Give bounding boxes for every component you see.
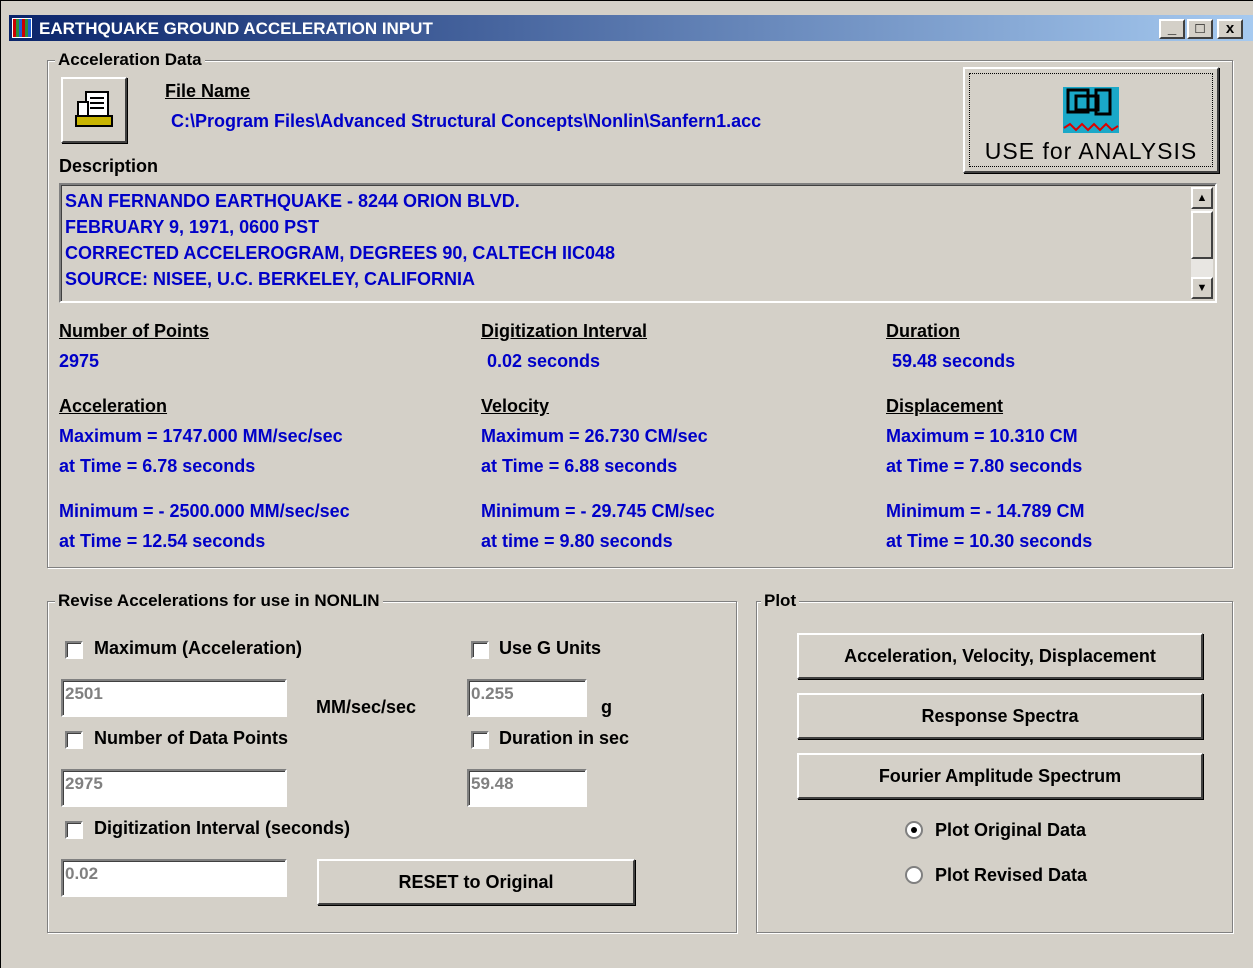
use-for-analysis-label: USE for ANALYSIS (984, 138, 1198, 164)
response-spectra-button[interactable]: Response Spectra (797, 693, 1203, 739)
description-line: FEBRUARY 9, 1971, 0600 PST (65, 217, 320, 237)
open-file-button[interactable] (61, 77, 127, 143)
num-points-label: Number of Points (59, 321, 210, 341)
duration-input[interactable]: 59.48 (467, 769, 587, 807)
file-name-label: File Name (165, 81, 251, 101)
displacement-label: Displacement (886, 396, 1004, 416)
plot-group-label: Plot (761, 591, 800, 611)
max-accel-label: Maximum (Acceleration) (94, 638, 303, 658)
g-label: g (601, 697, 612, 717)
num-points-revise-label: Number of Data Points (94, 728, 289, 748)
dig-interval-checkbox[interactable] (65, 821, 83, 839)
duration-revise-label: Duration in sec (499, 728, 630, 748)
displacement-min-time: at Time = 10.30 seconds (886, 531, 1093, 551)
dig-interval-label: Digitization Interval (481, 321, 648, 341)
analysis-icon (1063, 87, 1119, 133)
scroll-thumb[interactable] (1191, 211, 1213, 259)
description-scrollbar[interactable]: ▲ ▼ (1191, 187, 1213, 299)
description-box[interactable]: SAN FERNANDO EARTHQUAKE - 8244 ORION BLV… (59, 183, 1217, 303)
open-file-icon (75, 91, 113, 127)
avd-plot-button[interactable]: Acceleration, Velocity, Displacement (797, 633, 1203, 679)
velocity-max: Maximum = 26.730 CM/sec (481, 426, 708, 446)
num-points-checkbox[interactable] (65, 731, 83, 749)
g-units-input[interactable]: 0.255 (467, 679, 587, 717)
description-line: SOURCE: NISEE, U.C. BERKELEY, CALIFORNIA (65, 269, 476, 289)
window-title: EARTHQUAKE GROUND ACCELERATION INPUT (39, 19, 433, 38)
displacement-max-time: at Time = 7.80 seconds (886, 456, 1083, 476)
velocity-min: Minimum = - 29.745 CM/sec (481, 501, 715, 521)
app-icon (12, 18, 32, 38)
use-for-analysis-button[interactable]: USE for ANALYSIS (963, 67, 1219, 173)
accel-units-label: MM/sec/sec (316, 697, 417, 717)
close-button[interactable]: x (1217, 19, 1243, 39)
velocity-label: Velocity (481, 396, 550, 416)
duration-value: 59.48 seconds (892, 351, 1016, 371)
file-path: C:\Program Files\Advanced Structural Con… (171, 111, 762, 131)
velocity-min-time: at time = 9.80 seconds (481, 531, 673, 551)
max-accel-checkbox[interactable] (65, 641, 83, 659)
duration-checkbox[interactable] (471, 731, 489, 749)
scroll-up-icon[interactable]: ▲ (1191, 187, 1213, 209)
description-line: CORRECTED ACCELEROGRAM, DEGREES 90, CALT… (65, 243, 616, 263)
title-bar[interactable]: EARTHQUAKE GROUND ACCELERATION INPUT _ □… (9, 15, 1253, 41)
dig-interval-revise-label: Digitization Interval (seconds) (94, 818, 351, 838)
acceleration-data-label: Acceleration Data (55, 50, 205, 70)
accel-max: Maximum = 1747.000 MM/sec/sec (59, 426, 343, 446)
displacement-max: Maximum = 10.310 CM (886, 426, 1078, 446)
num-points-input[interactable]: 2975 (61, 769, 287, 807)
plot-revised-radio[interactable] (905, 866, 923, 884)
description-label: Description (59, 156, 159, 176)
accel-max-time: at Time = 6.78 seconds (59, 456, 256, 476)
velocity-max-time: at Time = 6.88 seconds (481, 456, 678, 476)
minimize-button[interactable]: _ (1159, 19, 1185, 39)
plot-revised-label: Plot Revised Data (935, 865, 1088, 885)
fourier-spectrum-button[interactable]: Fourier Amplitude Spectrum (797, 753, 1203, 799)
accel-min: Minimum = - 2500.000 MM/sec/sec (59, 501, 350, 521)
duration-label: Duration (886, 321, 960, 341)
revise-group-label: Revise Accelerations for use in NONLIN (55, 591, 383, 611)
displacement-min: Minimum = - 14.789 CM (886, 501, 1085, 521)
maximize-button[interactable]: □ (1187, 19, 1213, 39)
reset-to-original-button[interactable]: RESET to Original (317, 859, 635, 905)
max-accel-input[interactable]: 2501 (61, 679, 287, 717)
dig-interval-value: 0.02 seconds (487, 351, 601, 371)
plot-original-radio[interactable] (905, 821, 923, 839)
g-units-label: Use G Units (499, 638, 602, 658)
description-line: SAN FERNANDO EARTHQUAKE - 8244 ORION BLV… (65, 191, 520, 211)
scroll-down-icon[interactable]: ▼ (1191, 277, 1213, 299)
num-points-value: 2975 (59, 351, 100, 371)
acceleration-label: Acceleration (59, 396, 168, 416)
dig-interval-input[interactable]: 0.02 (61, 859, 287, 897)
g-units-checkbox[interactable] (471, 641, 489, 659)
acceleration-input-window: EARTHQUAKE GROUND ACCELERATION INPUT _ □… (0, 0, 1253, 968)
accel-min-time: at Time = 12.54 seconds (59, 531, 266, 551)
plot-original-label: Plot Original Data (935, 820, 1087, 840)
